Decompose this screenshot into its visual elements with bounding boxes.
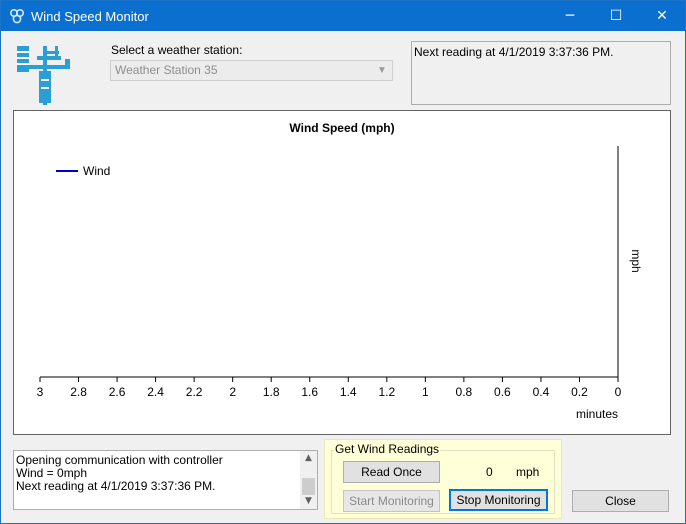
x-tick-label: 1.2 [378, 385, 395, 399]
legend-label-wind: Wind [83, 164, 110, 178]
scroll-thumb[interactable] [302, 478, 315, 495]
close-button[interactable]: Close [572, 490, 669, 512]
x-tick-label: 2.8 [70, 385, 87, 399]
wind-reading-unit: mph [516, 465, 540, 479]
scroll-up-icon[interactable]: ▲ [300, 451, 317, 466]
group-title: Get Wind Readings [334, 442, 441, 456]
x-tick-label: 0 [615, 385, 622, 399]
app-window: Wind Speed Monitor ─ ☐ ✕ Select a weathe… [0, 0, 686, 524]
log-line: Next reading at 4/1/2019 3:37:36 PM. [16, 479, 216, 493]
log-lines: Opening communication with controller Win… [16, 454, 301, 493]
x-tick-label: 1.8 [263, 385, 280, 399]
chart-title: Wind Speed (mph) [289, 121, 394, 135]
x-tick-label: 2.6 [109, 385, 126, 399]
y-axis-label: mph [629, 249, 643, 272]
window-title: Wind Speed Monitor [31, 9, 149, 24]
start-monitoring-button[interactable]: Start Monitoring [343, 490, 440, 512]
chart-canvas: Wind Speed (mph) 3 2.8 2.6 2.4 2.2 2 1.8 1.6 1.4 1… [37, 121, 643, 421]
stop-monitoring-button[interactable]: Stop Monitoring [449, 489, 548, 511]
close-window-button[interactable]: ✕ [639, 1, 685, 31]
x-tick-label: 0.6 [494, 385, 511, 399]
message-log: Opening communication with controller Win… [13, 450, 318, 510]
x-tick-label: 1.6 [301, 385, 318, 399]
wind-speed-chart: Wind Speed (mph) 3 2.8 2.6 2.4 2.2 2 1.8 1.6 1.4 1… [13, 110, 671, 435]
wind-reading-value: 0 [486, 465, 493, 479]
x-tick-label: 0.4 [533, 385, 550, 399]
x-tick-label: 0.8 [456, 385, 473, 399]
x-tick-label: 2.4 [147, 385, 164, 399]
x-tick-label: 2 [229, 385, 236, 399]
x-tick-label: 0.2 [571, 385, 588, 399]
chevron-down-icon: ▼ [377, 65, 387, 76]
x-tick-label: 1 [422, 385, 429, 399]
minimize-button[interactable]: ─ [547, 1, 593, 31]
next-reading-text: Next reading at 4/1/2019 3:37:36 PM. [414, 45, 614, 59]
read-once-button[interactable]: Read Once [343, 461, 440, 483]
weather-station-icon [17, 46, 70, 105]
log-scrollbar[interactable]: ▲ ▼ [300, 451, 317, 509]
next-reading-status: Next reading at 4/1/2019 3:37:36 PM. [411, 41, 671, 105]
station-select-value: Weather Station 35 [115, 63, 218, 77]
station-select[interactable]: Weather Station 35 ▼ [110, 60, 393, 81]
title-bar[interactable]: Wind Speed Monitor ─ ☐ ✕ [1, 1, 685, 31]
x-tick-label: 3 [37, 385, 44, 399]
scroll-down-icon[interactable]: ▼ [300, 494, 317, 509]
maximize-button[interactable]: ☐ [593, 1, 639, 31]
x-tick-label: 1.4 [340, 385, 357, 399]
x-axis-label: minutes [576, 407, 618, 421]
app-icon [9, 8, 25, 24]
x-tick-label: 2.2 [186, 385, 203, 399]
station-select-label: Select a weather station: [111, 43, 243, 57]
